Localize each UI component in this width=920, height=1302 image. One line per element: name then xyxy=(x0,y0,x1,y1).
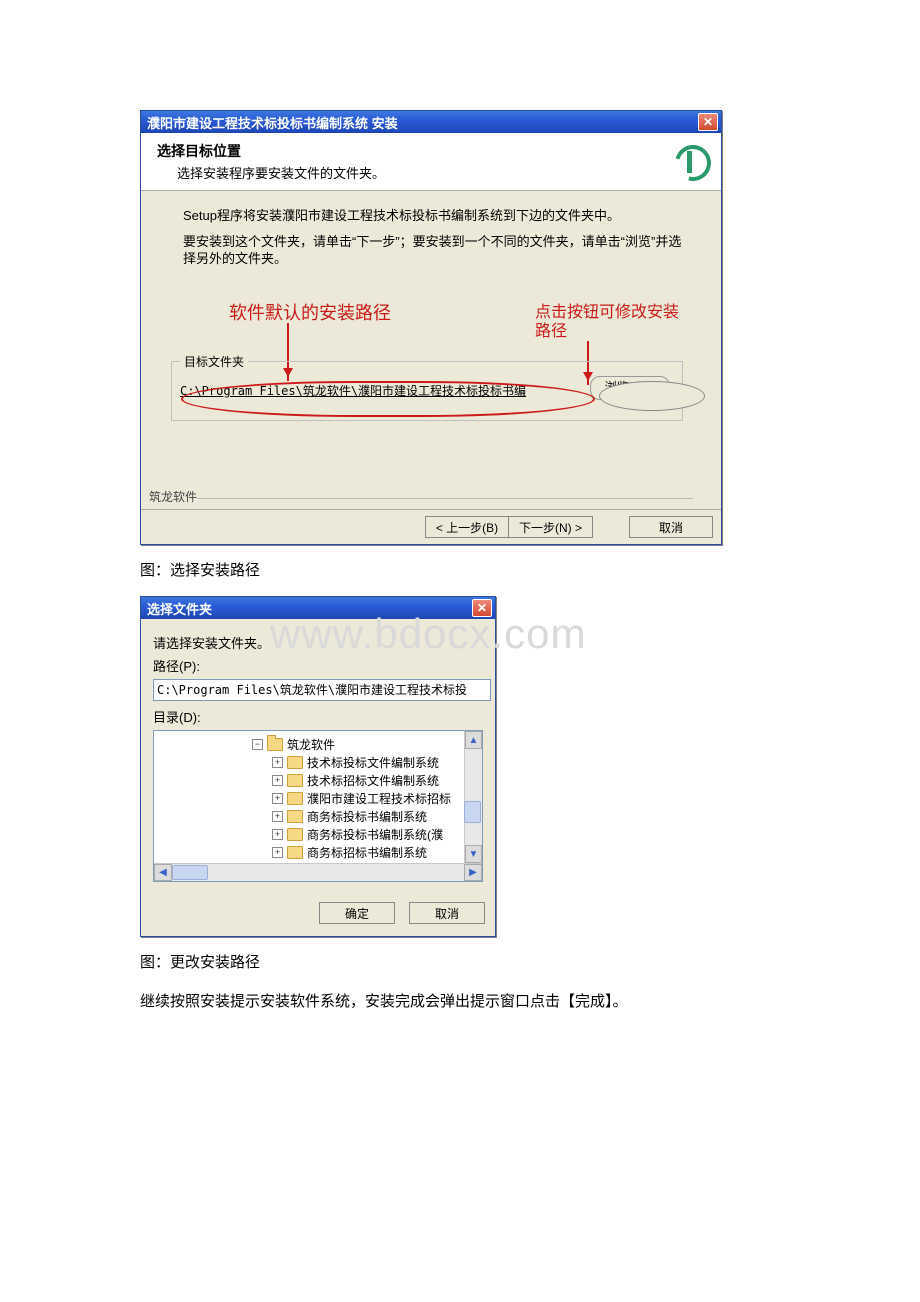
folder-icon xyxy=(267,738,283,751)
titlebar: 濮阳市建设工程技术标投标书编制系统 安装 ✕ xyxy=(141,111,721,133)
tree-node[interactable]: 技术标投标文件编制系统 xyxy=(307,754,439,771)
figure-caption: 图：选择安装路径 xyxy=(140,559,780,580)
scroll-down-icon[interactable]: ▼ xyxy=(465,845,482,863)
folder-icon xyxy=(287,756,303,769)
vertical-scrollbar[interactable]: ▲ ▼ xyxy=(464,731,482,863)
tree-node[interactable]: 技术标招标文件编制系统 xyxy=(307,772,439,789)
logo-icon xyxy=(671,141,709,181)
expand-icon[interactable]: + xyxy=(272,793,283,804)
folder-icon xyxy=(287,846,303,859)
path-input[interactable]: C:\Program Files\筑龙软件\濮阳市建设工程技术标投 xyxy=(153,679,491,701)
expand-icon[interactable]: + xyxy=(272,847,283,858)
wizard-footer: < 上一步(B) 下一步(N) > 取消 xyxy=(141,509,721,544)
expand-icon[interactable]: + xyxy=(272,811,283,822)
wizard-body: Setup程序将安装濮阳市建设工程技术标投标书编制系统到下边的文件夹中。 要安装… xyxy=(141,191,721,509)
tree-node-root[interactable]: 筑龙软件 xyxy=(287,736,335,753)
expand-icon[interactable]: + xyxy=(272,757,283,768)
scroll-thumb[interactable] xyxy=(172,865,208,880)
collapse-icon[interactable]: − xyxy=(252,739,263,750)
tree-node[interactable]: 商务标投标书编制系统 xyxy=(307,808,427,825)
tree-node[interactable]: 濮阳市建设工程技术标招标 xyxy=(307,790,451,807)
body-text-2: 要安装到这个文件夹，请单击“下一步”；要安装到一个不同的文件夹，请单击“浏览”并… xyxy=(183,234,693,268)
next-button[interactable]: 下一步(N) > xyxy=(509,516,593,538)
directory-label: 目录(D): xyxy=(153,707,485,726)
header-title: 选择目标位置 xyxy=(157,141,671,161)
divider xyxy=(197,498,693,499)
folder-icon xyxy=(287,792,303,805)
scroll-right-icon[interactable]: ▶ xyxy=(464,864,482,881)
dialog-title: 选择文件夹 xyxy=(147,599,212,618)
folder-icon xyxy=(287,774,303,787)
cancel-button[interactable]: 取消 xyxy=(629,516,713,538)
brand-text: 筑龙软件 xyxy=(149,488,197,505)
directory-tree[interactable]: − 筑龙软件 + 技术标投标文件编制系统 + 技术标招标文件编制系统 + 濮阳市建设工程… xyxy=(153,730,483,882)
scroll-thumb[interactable] xyxy=(464,801,481,823)
horizontal-scrollbar[interactable]: ◀ ▶ xyxy=(154,863,482,881)
wizard-header: 选择目标位置 选择安装程序要安装文件的文件夹。 xyxy=(141,133,721,191)
annotation-browse: 点击按钮可修改安装路径 xyxy=(535,303,685,341)
expand-icon[interactable]: + xyxy=(272,775,283,786)
body-text-1: Setup程序将安装濮阳市建设工程技术标投标书编制系统到下边的文件夹中。 xyxy=(183,205,693,224)
annotation-circle xyxy=(599,381,705,411)
back-button[interactable]: < 上一步(B) xyxy=(425,516,509,538)
folder-icon xyxy=(287,810,303,823)
window-title: 濮阳市建设工程技术标投标书编制系统 安装 xyxy=(147,113,398,132)
figure-caption: 图：更改安装路径 xyxy=(140,951,780,972)
dialog-prompt: 请选择安装文件夹。 xyxy=(153,633,485,652)
tree-node[interactable]: 商务标招标书编制系统 xyxy=(307,844,427,861)
cancel-button[interactable]: 取消 xyxy=(409,902,485,924)
folder-dialog: 选择文件夹 ✕ 请选择安装文件夹。 路径(P): C:\Program File… xyxy=(140,596,496,937)
installer-window: 濮阳市建设工程技术标投标书编制系统 安装 ✕ 选择目标位置 选择安装程序要安装文… xyxy=(140,110,722,545)
folder-icon xyxy=(287,828,303,841)
group-legend: 目标文件夹 xyxy=(180,353,248,370)
dialog-footer: 确定 取消 xyxy=(141,892,495,936)
close-icon[interactable]: ✕ xyxy=(472,599,492,617)
header-subtitle: 选择安装程序要安装文件的文件夹。 xyxy=(157,163,671,182)
annotation-default-path: 软件默认的安装路径 xyxy=(229,299,391,325)
titlebar: 选择文件夹 ✕ xyxy=(141,597,495,619)
scroll-up-icon[interactable]: ▲ xyxy=(465,731,482,749)
body-paragraph: 继续按照安装提示安装软件系统，安装完成会弹出提示窗口点击【完成】。 xyxy=(140,990,780,1014)
ok-button[interactable]: 确定 xyxy=(319,902,395,924)
close-icon[interactable]: ✕ xyxy=(698,113,718,131)
annotation-circle xyxy=(181,381,595,417)
tree-node[interactable]: 商务标投标书编制系统(濮 xyxy=(307,826,443,843)
path-label: 路径(P): xyxy=(153,656,485,675)
expand-icon[interactable]: + xyxy=(272,829,283,840)
scroll-left-icon[interactable]: ◀ xyxy=(154,864,172,881)
